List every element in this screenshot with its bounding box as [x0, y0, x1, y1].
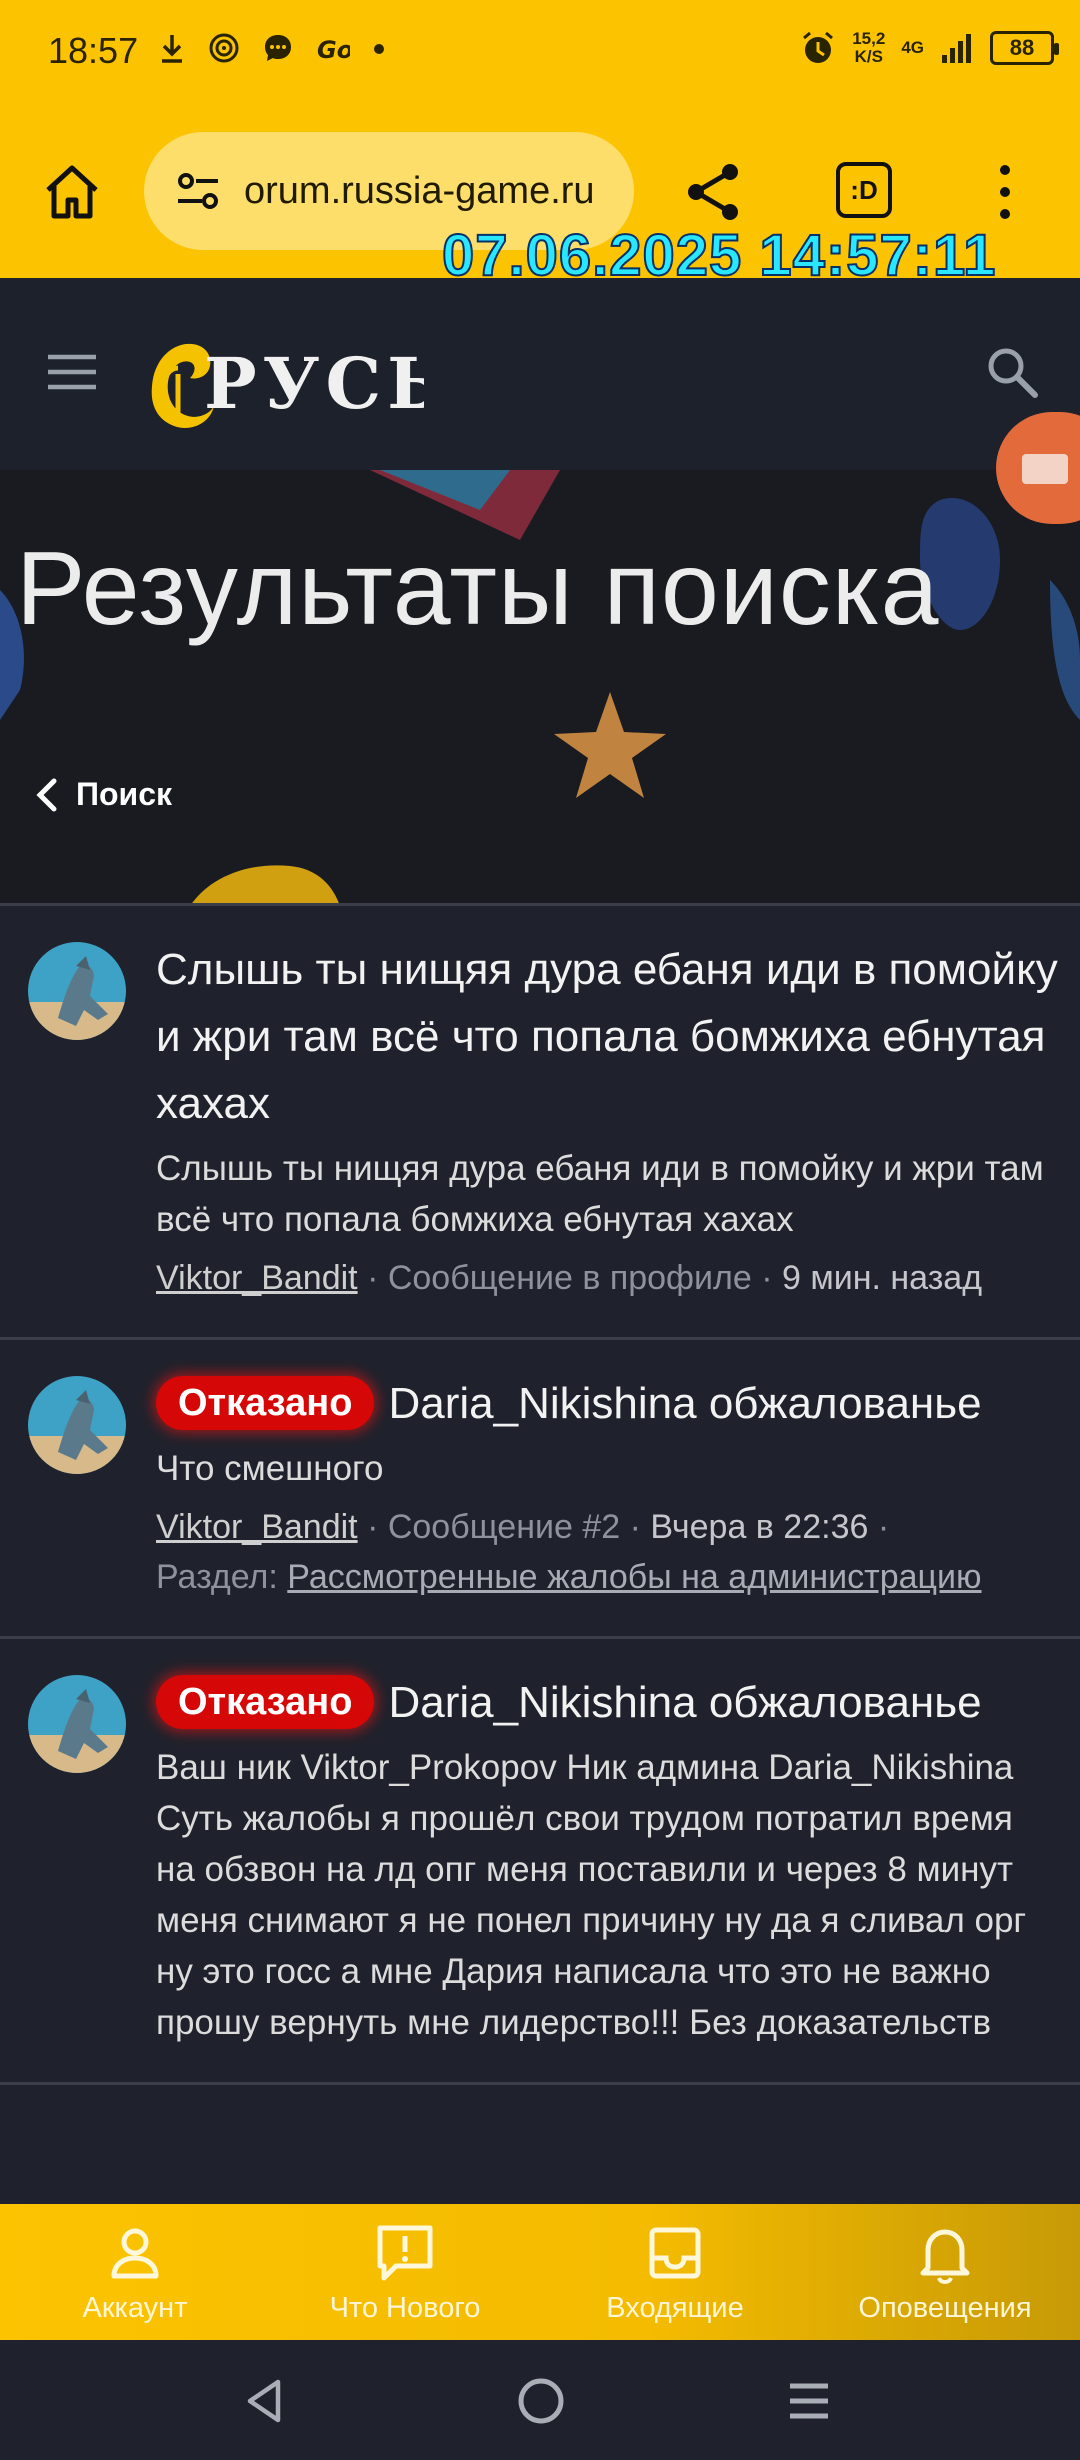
- result-title[interactable]: Слышь ты нищяя дура ебаня иди в помойку …: [156, 936, 1060, 1137]
- meta-separator: ·: [620, 1508, 651, 1546]
- status-time: 18:57: [48, 30, 139, 71]
- network-speed: 15,2 K/S: [852, 30, 885, 66]
- svg-text:РУСЬ: РУСЬ: [204, 342, 424, 425]
- avatar[interactable]: [28, 942, 126, 1040]
- hero-banner: Результаты поиска Поиск: [0, 470, 1080, 906]
- chevron-left-icon: [36, 778, 57, 811]
- download-icon: [162, 35, 182, 63]
- result-snippet: Слышь ты нищяя дура ебаня иди в помойку …: [156, 1149, 1044, 1239]
- whats-new-icon: [377, 2225, 433, 2280]
- nav-whats-new[interactable]: Что Нового: [270, 2204, 540, 2340]
- svg-text:Go: Go: [317, 36, 350, 64]
- chat-bubble-icon: [1022, 454, 1068, 484]
- breadcrumb-label[interactable]: Поиск: [76, 776, 172, 813]
- timestamp-overlay: 07.06.2025 14:57:11: [441, 222, 997, 289]
- network-label: 4G: [901, 38, 924, 57]
- signal-icon: [942, 34, 971, 63]
- nav-inbox[interactable]: Входящие: [540, 2204, 810, 2340]
- search-result-item[interactable]: Слышь ты нищяя дура ебаня иди в помойку …: [0, 906, 1080, 1340]
- home-circle-icon[interactable]: [514, 2374, 568, 2428]
- browser-toolbar: orum.russia-game.ru :D 07.06.2025 14:57:…: [0, 110, 1080, 289]
- target-icon: [209, 33, 239, 63]
- nav-label[interactable]: Аккаунт: [83, 2292, 188, 2325]
- meta-separator: ·: [367, 1259, 388, 1297]
- url-text[interactable]: orum.russia-game.ru: [244, 170, 595, 213]
- result-time: 9 мин. назад: [782, 1259, 983, 1297]
- nav-account[interactable]: Аккаунт: [0, 2204, 270, 2340]
- meta-separator: ·: [868, 1508, 890, 1546]
- menu-icon[interactable]: [46, 352, 98, 392]
- system-navigation-bar: [0, 2340, 1080, 2460]
- more-menu-icon[interactable]: [990, 160, 1020, 224]
- tabs-label: :D: [850, 174, 878, 205]
- page-title: Результаты поиска: [16, 531, 940, 647]
- status-badge: Отказано: [156, 1376, 375, 1430]
- avatar[interactable]: [28, 1675, 126, 1773]
- search-result-item[interactable]: Отказано Daria_Nikishina обжалованье Что …: [0, 1340, 1080, 1639]
- result-type: Сообщение в профиле: [387, 1259, 752, 1297]
- site-logo[interactable]: РУСЬ: [144, 326, 424, 436]
- result-snippet: Ваш ник Viktor_Prokopov Ник админа Daria…: [156, 1748, 1027, 2042]
- site-settings-icon[interactable]: [172, 165, 224, 217]
- speed-value: 15,2: [852, 29, 886, 48]
- author-link[interactable]: Viktor_Bandit: [156, 1259, 358, 1297]
- bottom-navigation: Аккаунт Что Нового Входящие Оповещения: [0, 2204, 1080, 2340]
- battery-indicator: 88: [990, 31, 1059, 65]
- meta-separator: ·: [367, 1508, 388, 1546]
- status-badge: Отказано: [156, 1675, 375, 1729]
- inbox-icon: [649, 2227, 701, 2278]
- nav-notifications[interactable]: Оповещения: [810, 2204, 1080, 2340]
- account-icon: [111, 2228, 159, 2278]
- section-link[interactable]: Рассмотренные жалобы на администрацию: [287, 1558, 981, 1596]
- share-icon[interactable]: [682, 160, 746, 224]
- nav-label[interactable]: Оповещения: [858, 2292, 1031, 2325]
- author-link[interactable]: Viktor_Bandit: [156, 1508, 358, 1546]
- alarm-icon: [803, 31, 834, 63]
- section-label: Раздел:: [156, 1558, 278, 1596]
- result-meta: Viktor_Bandit · Сообщение #2 · Вчера в 2…: [156, 1502, 1060, 1602]
- network-type: 4G: [901, 39, 924, 57]
- status-notification-icons: Go: [158, 32, 386, 64]
- search-icon[interactable]: [982, 342, 1042, 402]
- bell-icon: [920, 2229, 970, 2284]
- breadcrumb-back-search[interactable]: Поиск: [32, 776, 172, 813]
- back-icon[interactable]: [240, 2376, 290, 2426]
- result-snippet: Что смешного: [156, 1449, 384, 1488]
- result-title[interactable]: Отказано Daria_Nikishina обжалованье: [156, 1370, 1060, 1437]
- result-title[interactable]: Отказано Daria_Nikishina обжалованье: [156, 1669, 1060, 1736]
- battery-level: 88: [1009, 35, 1035, 60]
- result-time: Вчера в 22:36: [650, 1508, 869, 1546]
- search-results-list: Слышь ты нищяя дура ебаня иди в помойку …: [0, 906, 1080, 2204]
- nav-label[interactable]: Входящие: [606, 2292, 744, 2325]
- site-header: РУСЬ: [0, 280, 1080, 470]
- dot-icon: [374, 44, 384, 54]
- status-bar: 18:57 Go 15,2 K/S 4G 88: [0, 0, 1080, 110]
- result-meta: Viktor_Bandit · Сообщение в профиле · 9 …: [156, 1253, 1060, 1303]
- result-type: Сообщение #2: [387, 1508, 621, 1546]
- avatar[interactable]: [28, 1376, 126, 1474]
- go-icon: Go: [317, 36, 350, 64]
- chat-icon: [265, 35, 291, 61]
- home-icon[interactable]: [40, 160, 104, 224]
- result-title-text[interactable]: Daria_Nikishina обжалованье: [388, 1379, 981, 1428]
- meta-separator: ·: [751, 1259, 782, 1297]
- search-result-item[interactable]: Отказано Daria_Nikishina обжалованье Ваш …: [0, 1639, 1080, 2085]
- recents-icon[interactable]: [786, 2378, 832, 2424]
- result-title-text[interactable]: Daria_Nikishina обжалованье: [388, 1678, 981, 1727]
- tabs-button[interactable]: :D: [836, 162, 892, 218]
- nav-label[interactable]: Что Нового: [330, 2292, 481, 2325]
- status-right: 15,2 K/S 4G 88: [800, 30, 1059, 66]
- speed-unit: K/S: [854, 47, 883, 66]
